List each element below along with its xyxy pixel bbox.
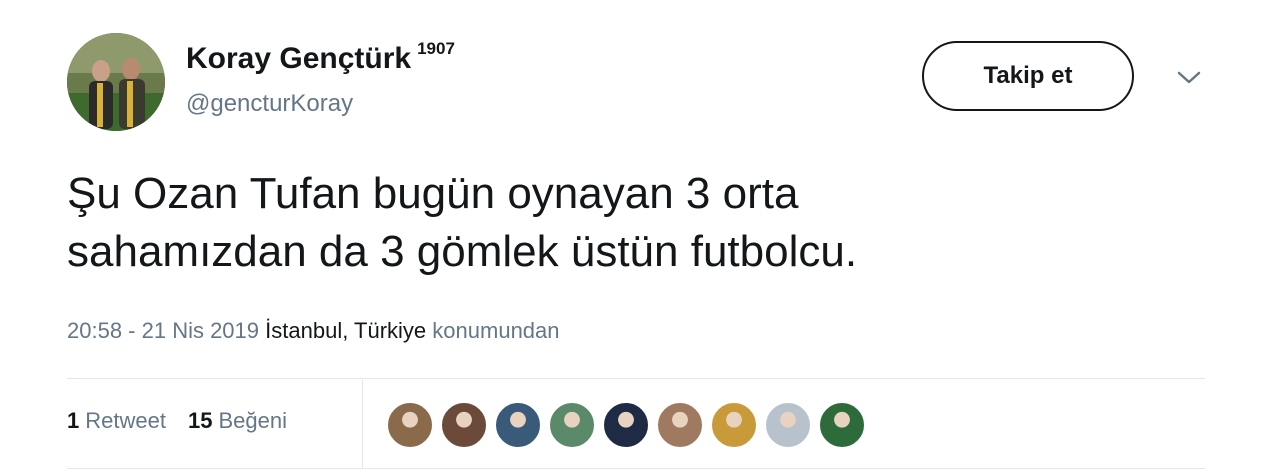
- retweet-stat[interactable]: 1 Retweet: [67, 408, 166, 434]
- liker-avatar[interactable]: [764, 401, 812, 449]
- tweet-stats: 1 Retweet 15 Beğeni: [67, 408, 309, 434]
- like-label: Beğeni: [218, 408, 287, 433]
- retweet-count: 1: [67, 408, 80, 433]
- display-name-superscript: 1907: [417, 39, 455, 58]
- liker-avatar[interactable]: [548, 401, 596, 449]
- liker-avatar[interactable]: [656, 401, 704, 449]
- divider-bottom: [67, 468, 1205, 469]
- tweet-location-suffix: konumundan: [432, 318, 560, 343]
- tweet-text-line-1: Şu Ozan Tufan bugün oynayan 3 orta: [67, 169, 799, 218]
- tweet-text: Şu Ozan Tufan bugün oynayan 3 orta saham…: [67, 165, 1167, 281]
- follow-button[interactable]: Takip et: [922, 41, 1134, 111]
- display-name[interactable]: Koray Gençtürk 1907: [186, 39, 455, 76]
- like-count: 15: [187, 408, 213, 433]
- liker-avatars: [386, 401, 872, 449]
- tweet-meta: 20:58 - 21 Nis 2019 İstanbul, Türkiye ko…: [67, 318, 560, 344]
- user-handle[interactable]: @gencturKoray: [186, 90, 353, 118]
- liker-avatar[interactable]: [710, 401, 758, 449]
- avatar[interactable]: [67, 33, 165, 131]
- tweet-location[interactable]: İstanbul, Türkiye: [265, 318, 426, 343]
- liker-avatar[interactable]: [386, 401, 434, 449]
- tweet-timestamp[interactable]: 20:58 - 21 Nis 2019: [67, 318, 259, 343]
- liker-avatar[interactable]: [602, 401, 650, 449]
- liker-avatar[interactable]: [818, 401, 866, 449]
- retweet-label: Retweet: [85, 408, 166, 433]
- display-name-text: Koray Gençtürk: [186, 42, 412, 75]
- tweet-text-line-2: sahamızdan da 3 gömlek üstün futbolcu.: [67, 227, 858, 276]
- chevron-down-icon[interactable]: [1174, 68, 1204, 88]
- stats-separator: [362, 380, 363, 468]
- divider-top: [67, 378, 1205, 379]
- liker-avatar[interactable]: [494, 401, 542, 449]
- liker-avatar[interactable]: [440, 401, 488, 449]
- like-stat[interactable]: 15 Beğeni: [188, 408, 287, 434]
